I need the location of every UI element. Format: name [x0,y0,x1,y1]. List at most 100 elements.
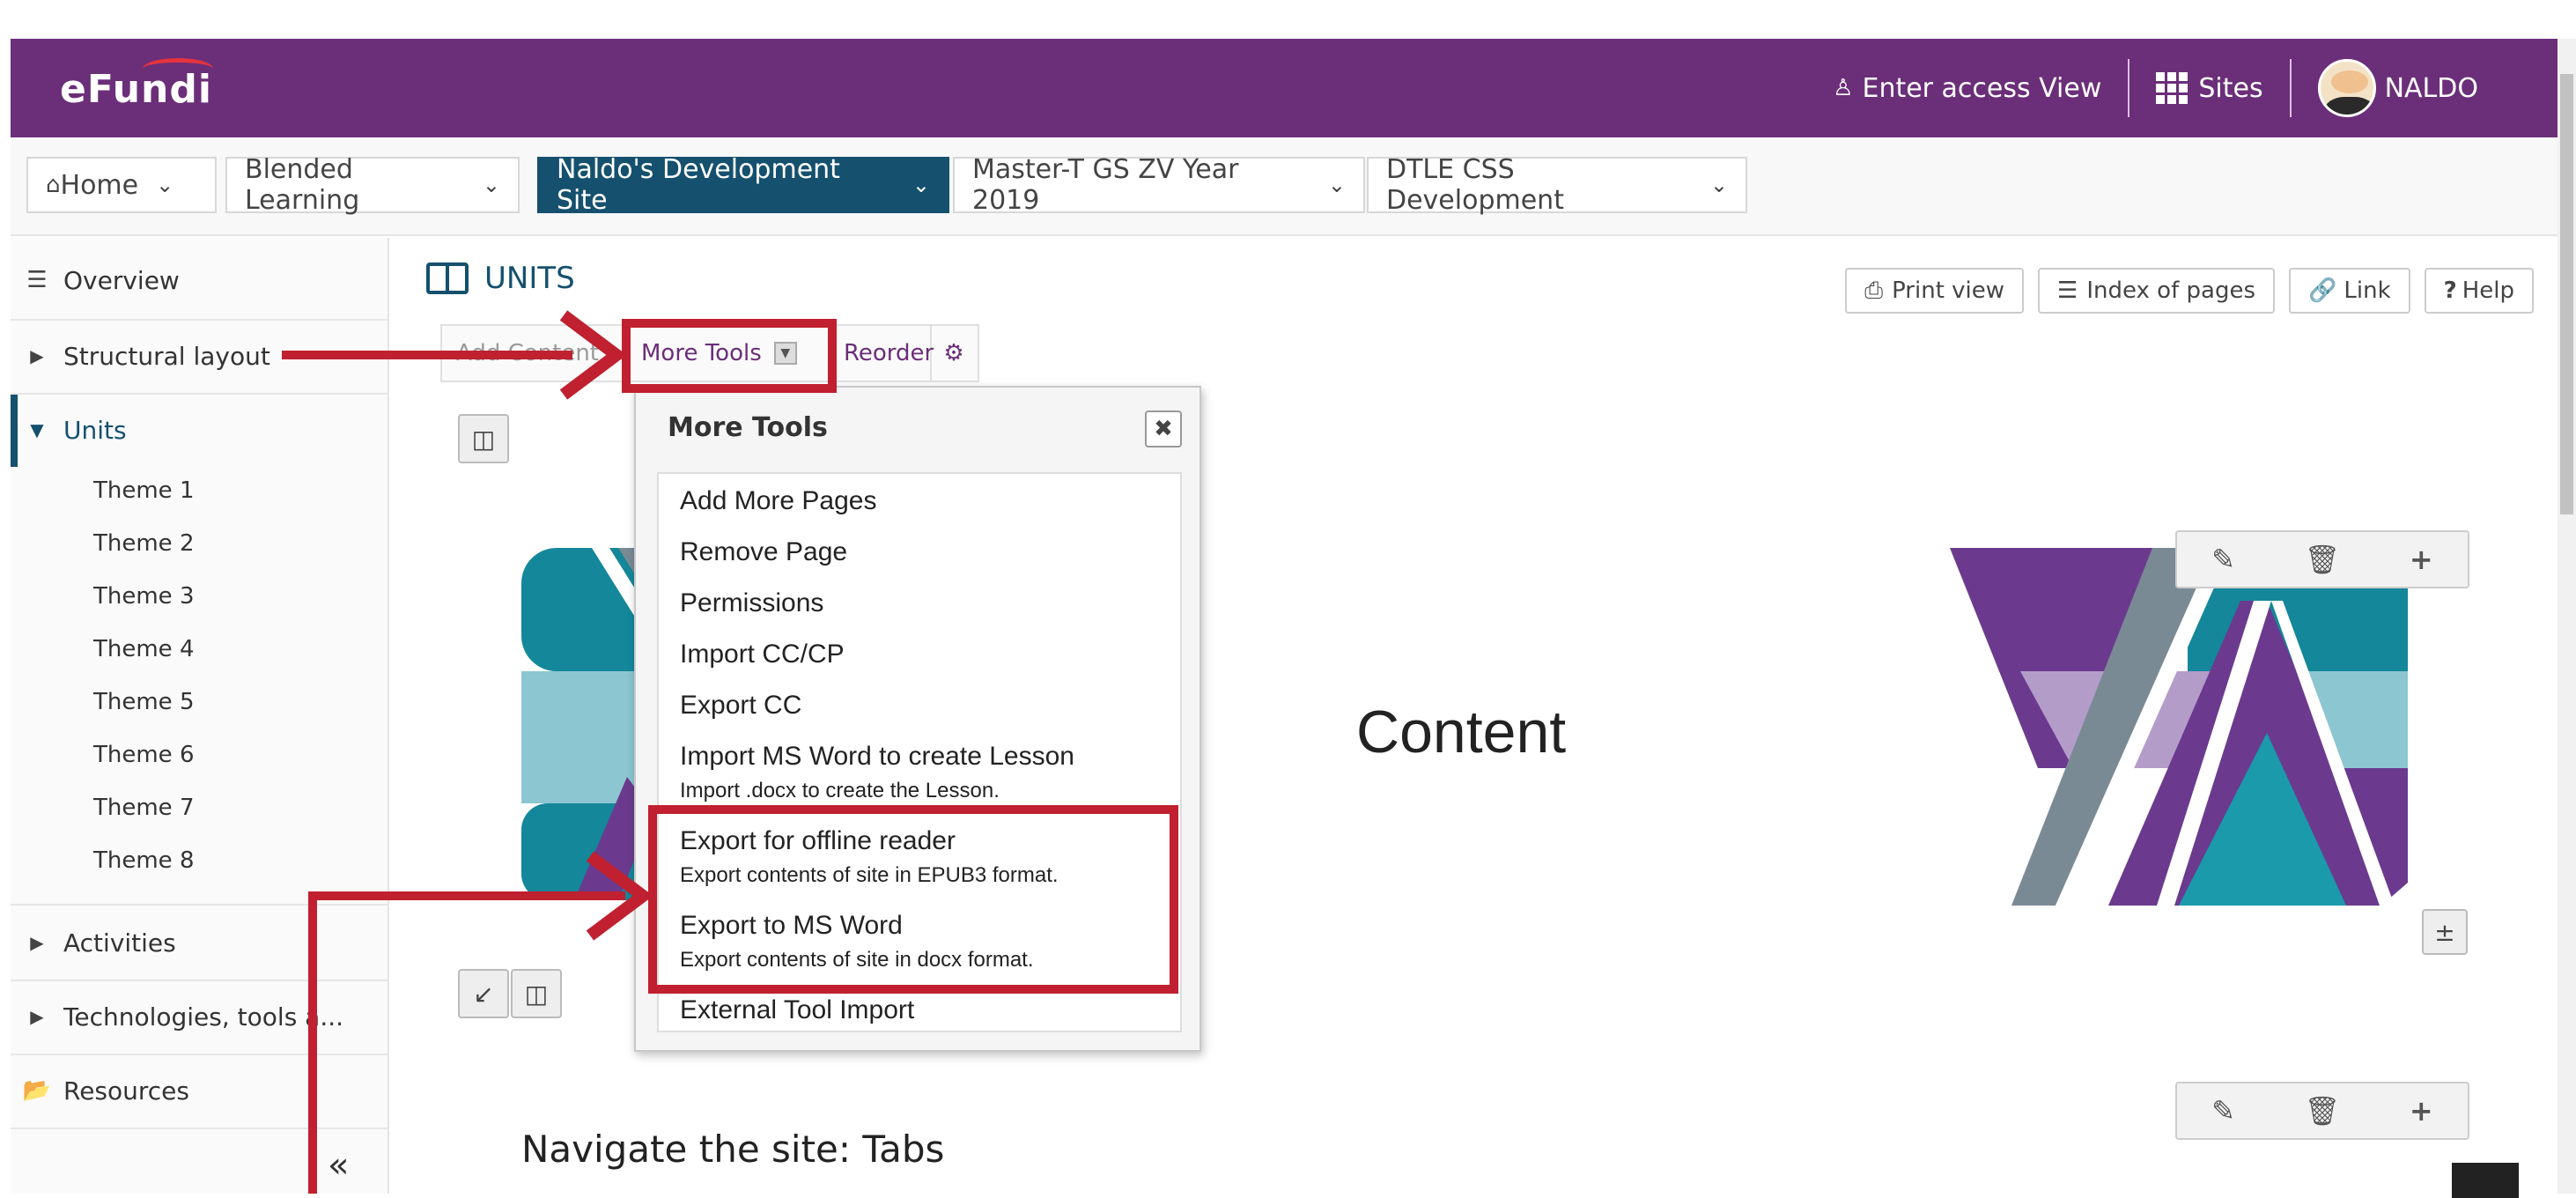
trash-icon[interactable]: 🗑 [2305,543,2341,576]
sites-button[interactable]: Sites [2129,59,2289,117]
tab-home[interactable]: ⌂ Home ⌄ [26,157,217,213]
menu-item-import-ms-word[interactable]: Import MS Word to create Lesson [680,742,1074,772]
list-icon: ☰ [26,267,48,293]
print-icon: ⎙ [1864,277,1884,304]
button-label: Link [2343,277,2391,304]
menu-item-add-more-pages[interactable]: Add More Pages [680,486,876,516]
tab-blended-learning[interactable]: Blended Learning ⌄ [225,154,520,216]
top-header: eFundi ♙ Enter access View Sites NALDO [11,39,2558,137]
list-icon: ☰ [2057,277,2078,304]
divider [11,980,389,981]
divider [11,393,389,395]
sub-theme-1[interactable]: Theme 1 [93,477,195,504]
tab-master-t-gs[interactable]: Master-T GS ZV Year 2019 ⌄ [953,154,1365,216]
tool-label: Structural layout [63,341,270,371]
chevron-down-icon: ⌄ [1327,173,1346,197]
user-menu[interactable]: NALDO [2292,59,2505,117]
menu-item-description: Import .docx to create the Lesson. [680,779,1000,802]
tool-resources[interactable]: 📂 Resources [11,1073,389,1108]
sub-theme-3[interactable]: Theme 3 [93,583,195,610]
button-label: Help [2462,277,2514,304]
tab-naldos-development-site[interactable]: Naldo's Development Site ⌄ [537,154,949,216]
annotation-arrowhead [586,851,653,941]
caret-right-icon: ▶ [30,345,44,366]
home-icon: ⌂ [46,172,61,198]
help-button[interactable]: ? Help [2424,268,2534,314]
tab-label: Master-T GS ZV Year 2019 [972,154,1239,216]
tool-label: Technologies, tools a... [63,1002,344,1032]
annotation-highlight-more-tools [622,319,837,393]
divider [11,1054,389,1055]
page-title-text: UNITS [484,261,575,296]
tool-technologies[interactable]: ▶ Technologies, tools a... [11,999,389,1034]
menu-item-import-cc-cp[interactable]: Import CC/CP [680,640,845,669]
tool-activities[interactable]: ▶ Activities [11,925,389,960]
column-layout-icon[interactable]: ◫ [458,414,509,463]
compress-icon[interactable]: ↙ [458,969,509,1018]
link-icon: 🔗 [2308,277,2337,304]
caret-right-icon: ▶ [30,1006,44,1027]
divider [11,904,389,906]
book-icon [426,263,469,294]
item-actions-top: ✎ 🗑 + [2175,530,2469,588]
menu-item-remove-page[interactable]: Remove Page [680,537,847,567]
add-section-icon[interactable]: ± [2422,909,2468,955]
divider [11,319,389,321]
column-layout-icon[interactable]: ◫ [511,969,562,1018]
user-lock-icon: ♙ [1833,75,1854,101]
folder-open-icon: 📂 [22,1077,52,1104]
logo-swoosh [143,58,213,79]
collapse-menu-button[interactable]: « [328,1145,349,1186]
sub-theme-6[interactable]: Theme 6 [93,742,195,768]
caret-down-icon: ▼ [30,419,44,440]
tool-overview[interactable]: ☰ Overview [11,263,389,298]
sub-theme-2[interactable]: Theme 2 [93,530,195,557]
menu-item-external-tool-import[interactable]: External Tool Import [680,995,914,1025]
link-button[interactable]: 🔗 Link [2289,268,2410,314]
enter-access-view-link[interactable]: ♙ Enter access View [1806,59,2128,117]
tool-label: Resources [63,1076,189,1106]
print-view-button[interactable]: ⎙ Print view [1845,268,2025,314]
plus-icon[interactable]: + [2410,1094,2433,1128]
x-logo-graphic [1950,548,2408,906]
tab-label: Naldo's Development Site [557,154,840,216]
tool-label: Overview [63,265,180,295]
content-heading: Content [1356,699,1567,765]
annotation-arrowhead [559,310,627,400]
sub-theme-4[interactable]: Theme 4 [93,636,195,662]
caret-right-icon: ▶ [30,932,44,953]
grid-icon [2156,72,2188,104]
tool-units[interactable]: ▼ Units [11,412,389,447]
trash-icon[interactable]: 🗑 [2305,1094,2341,1128]
index-of-pages-button[interactable]: ☰ Index of pages [2038,268,2275,314]
gear-icon[interactable]: ⚙ [932,326,976,381]
tab-dtle-css[interactable]: DTLE CSS Development ⌄ [1367,154,1747,216]
scrollbar[interactable] [2558,39,2576,1194]
top-nav: ♙ Enter access View Sites NALDO [1806,39,2505,137]
sub-theme-7[interactable]: Theme 7 [93,795,195,821]
chevron-down-icon: ⌄ [156,173,174,197]
sub-theme-8[interactable]: Theme 8 [93,847,195,874]
user-name: NALDO [2384,72,2478,104]
chevron-down-icon: ⌄ [1709,173,1728,197]
page-title: UNITS [426,261,575,296]
sites-label: Sites [2198,72,2263,104]
edit-icon[interactable]: ✎ [2211,543,2235,576]
edit-icon[interactable]: ✎ [2211,1094,2235,1128]
scrollbar-thumb[interactable] [2560,74,2573,514]
site-tabs-bar: ⌂ Home ⌄ Blended Learning ⌄ Naldo's Deve… [11,137,2558,236]
plus-icon[interactable]: + [2410,543,2433,576]
menu-item-permissions[interactable]: Permissions [680,588,823,618]
chevron-down-icon: ⌄ [482,173,500,197]
close-icon[interactable]: ✖ [1145,410,1182,447]
question-icon: ? [2443,277,2457,304]
annotation-highlight-export-options [648,805,1178,994]
sub-theme-5[interactable]: Theme 5 [93,689,195,715]
tool-menu: ☰ Overview ▶ Structural layout ▼ Units T… [11,238,389,1194]
divider [11,1128,389,1129]
feedback-widget-icon[interactable] [2452,1163,2519,1198]
reorder-button[interactable]: Reorder [830,326,934,381]
annotation-arrow-line [282,351,572,359]
annotation-arrow-line [308,891,625,900]
menu-item-export-cc[interactable]: Export CC [680,691,801,721]
